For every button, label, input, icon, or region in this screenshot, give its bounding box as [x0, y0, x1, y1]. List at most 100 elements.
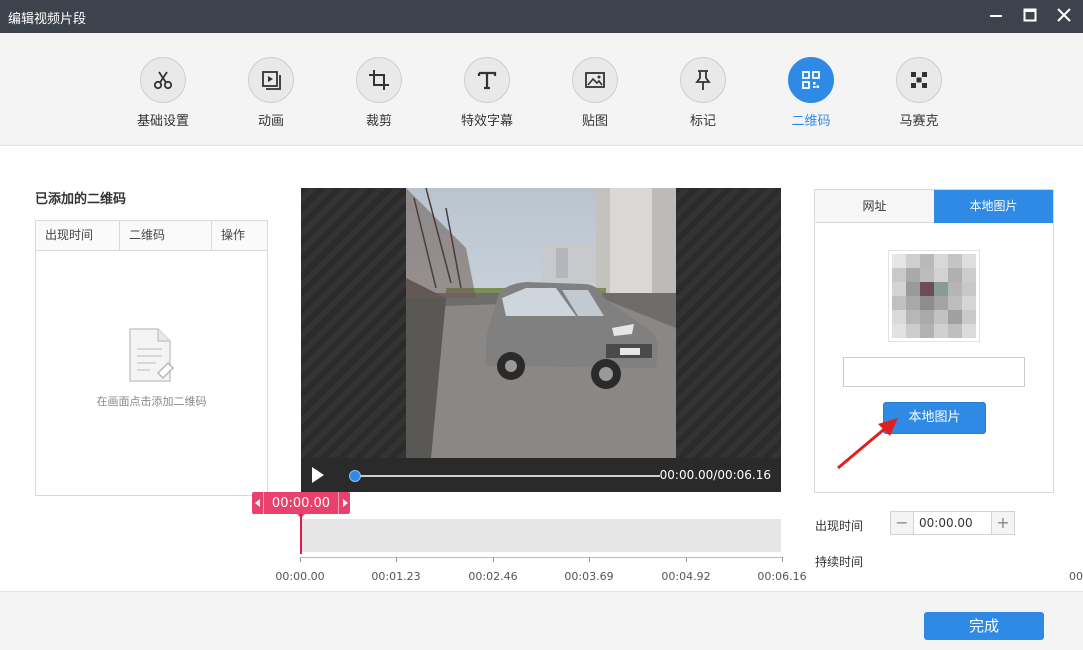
tab-url[interactable]: 网址 — [815, 190, 934, 223]
tool-crop[interactable]: 裁剪 — [339, 57, 419, 129]
minimize-button[interactable] — [983, 4, 1009, 28]
qr-pixel — [920, 268, 934, 282]
tool-label: 基础设置 — [136, 114, 189, 129]
tool-label: 贴图 — [581, 114, 608, 129]
tool-animation[interactable]: 动画 — [231, 57, 311, 129]
timeline-ruler — [300, 557, 782, 558]
qr-pixel — [892, 268, 906, 282]
maximize-icon — [1023, 8, 1037, 22]
qr-pixel — [892, 254, 906, 268]
increase-button[interactable]: + — [991, 511, 1015, 535]
qr-pixel — [948, 324, 962, 338]
close-icon — [1057, 8, 1071, 22]
qr-pixel — [934, 282, 948, 296]
tool-label: 特效字幕 — [460, 114, 513, 129]
caret-right-icon — [342, 499, 348, 507]
qr-pixel — [906, 282, 920, 296]
time-marker[interactable]: 00:00.00 — [252, 492, 350, 514]
toolbar: 基础设置 动画 裁剪 特效字幕 贴图 标记 二维码 马赛克 — [0, 33, 1083, 146]
text-icon — [477, 71, 497, 90]
qr-pixel — [920, 282, 934, 296]
edge-tick-label: 00 — [1069, 570, 1083, 583]
pin-icon — [695, 70, 711, 90]
progress-handle[interactable] — [349, 470, 361, 482]
source-tabs: 网址 本地图片 — [815, 190, 1053, 223]
footer-bar: 完成 — [0, 591, 1083, 650]
timeline-tick-label: 00:03.69 — [564, 570, 614, 583]
qr-pixel — [920, 310, 934, 324]
timeline-tick-label: 00:04.92 — [661, 570, 711, 583]
qr-pixel — [962, 324, 976, 338]
timeline-tick — [300, 557, 301, 562]
mosaic-icon — [911, 72, 927, 88]
qr-pixel — [906, 254, 920, 268]
qr-pixel — [934, 254, 948, 268]
qrcode-list: 出现时间 二维码 操作 在画面点击添加二维码 — [35, 220, 268, 496]
marker-right-button[interactable] — [338, 492, 350, 514]
tool-text-effects[interactable]: 特效字幕 — [447, 57, 527, 129]
qr-pixel — [934, 296, 948, 310]
timeline-tick — [396, 557, 397, 562]
timeline-track[interactable] — [302, 519, 781, 552]
tool-qrcode[interactable]: 二维码 — [771, 57, 851, 129]
qr-pixel — [892, 282, 906, 296]
qr-pixel — [962, 296, 976, 310]
video-frame[interactable] — [406, 188, 676, 458]
column-header: 操作 — [221, 228, 246, 242]
qr-pixel — [962, 254, 976, 268]
empty-document-icon — [128, 327, 176, 388]
progress-track[interactable] — [355, 475, 660, 477]
tool-basic-settings[interactable]: 基础设置 — [123, 57, 203, 129]
tool-label: 标记 — [689, 114, 716, 129]
qr-pixel — [906, 324, 920, 338]
appear-time-stepper: − 00:00.00 + — [890, 511, 1015, 535]
tool-mosaic[interactable]: 马赛克 — [879, 57, 959, 129]
play-button[interactable] — [311, 467, 325, 486]
qr-pixel — [962, 282, 976, 296]
title-bar: 编辑视频片段 — [0, 0, 1083, 33]
duration-label: 持续时间 — [815, 555, 864, 569]
close-button[interactable] — [1051, 4, 1077, 28]
timeline-tick-label: 00:01.23 — [371, 570, 421, 583]
tab-local-image[interactable]: 本地图片 — [934, 190, 1053, 223]
qr-pixel — [962, 310, 976, 324]
decrease-button[interactable]: − — [890, 511, 914, 535]
marker-left-button[interactable] — [252, 492, 264, 514]
timeline-tick — [782, 557, 783, 562]
qr-pixel — [962, 268, 976, 282]
tool-sticker[interactable]: 贴图 — [555, 57, 635, 129]
column-header: 二维码 — [120, 221, 212, 250]
qr-pixel — [934, 324, 948, 338]
qr-pixel — [948, 254, 962, 268]
image-icon — [585, 72, 605, 88]
maximize-button[interactable] — [1017, 4, 1043, 28]
qr-pixel — [934, 310, 948, 324]
playhead-line[interactable] — [300, 514, 302, 554]
added-qrcode-title: 已添加的二维码 — [35, 192, 127, 207]
timeline-tick — [589, 557, 590, 562]
done-button[interactable]: 完成 — [924, 612, 1044, 640]
qr-pixel — [948, 310, 962, 324]
video-preview[interactable] — [301, 188, 781, 458]
column-header: 出现时间 — [36, 221, 120, 250]
appear-time-value[interactable]: 00:00.00 — [914, 511, 991, 535]
qr-pixel — [892, 324, 906, 338]
qr-pixel — [920, 254, 934, 268]
qr-pixel — [906, 268, 920, 282]
timeline-tick — [493, 557, 494, 562]
qr-pixel — [892, 296, 906, 310]
qr-pixel — [920, 324, 934, 338]
timeline-tick — [686, 557, 687, 562]
window-title: 编辑视频片段 — [8, 12, 87, 27]
url-input[interactable] — [843, 357, 1025, 387]
tool-marker[interactable]: 标记 — [663, 57, 743, 129]
qrcode-preview — [888, 250, 980, 342]
play-icon — [312, 467, 324, 483]
empty-hint: 在画面点击添加二维码 — [96, 395, 207, 408]
timeline-tick-label: 00:06.16 — [757, 570, 807, 583]
tool-label: 马赛克 — [899, 114, 939, 129]
annotation-arrow-icon — [837, 418, 898, 470]
caret-left-icon — [254, 499, 260, 507]
qr-pixel — [948, 268, 962, 282]
player-controls: 00:00.00/00:06.16 — [301, 458, 781, 492]
